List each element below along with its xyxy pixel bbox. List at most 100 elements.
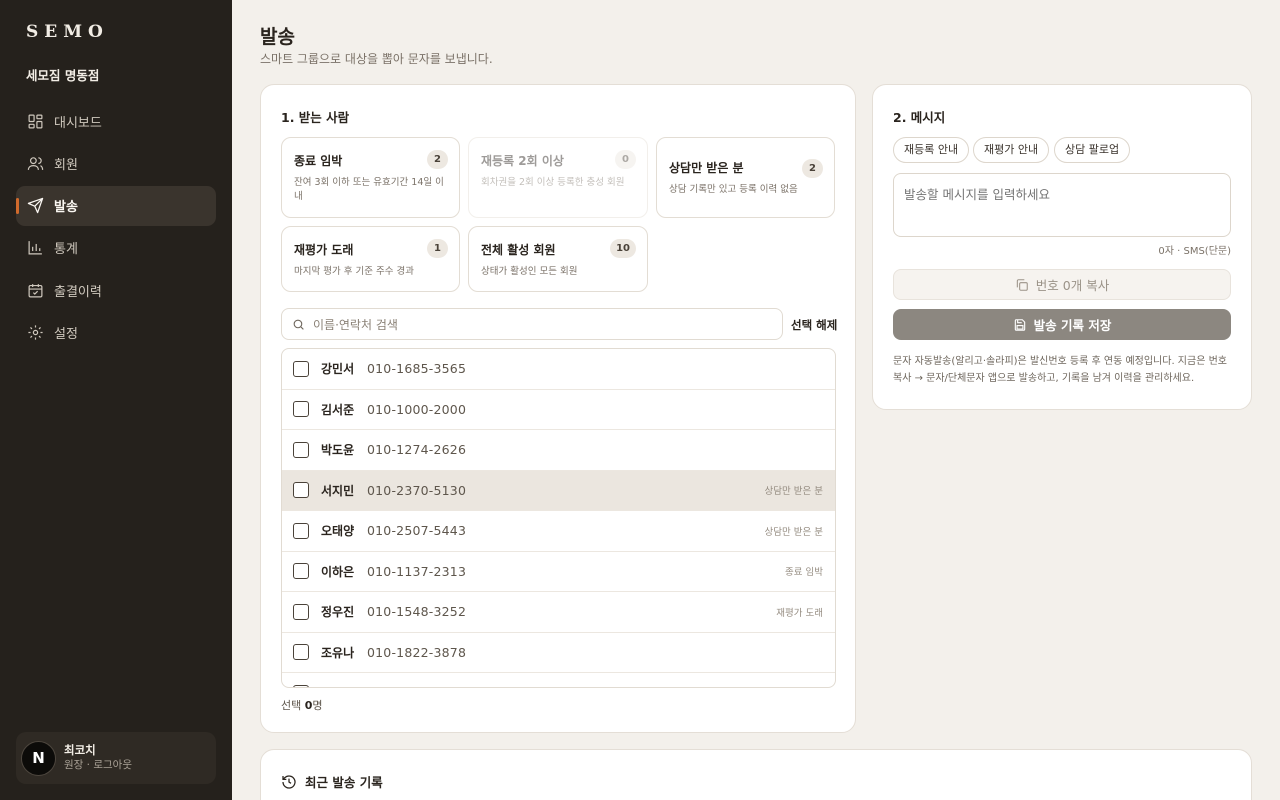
template-chip-reregister[interactable]: 재등록 안내 <box>893 137 970 163</box>
sidebar-item-label: 통계 <box>54 242 78 258</box>
selected-count-prefix: 선택 <box>281 699 305 712</box>
calendar-check-icon <box>28 283 43 298</box>
search-input[interactable]: 이름·연락처 검색 <box>281 308 783 340</box>
char-count: 0자 · SMS(단문) <box>1158 246 1231 257</box>
send-icon <box>27 197 44 214</box>
template-chip-reassessment[interactable]: 재평가 안내 <box>973 137 1050 163</box>
group-card-reregistered[interactable]: 재등록 2회 이상 회차권을 2회 이상 등록한 충성 회원 0 <box>468 137 648 218</box>
sidebar: SEMO 세모짐 명동점 대시보드 회원 발송 통계 출결이력 설정 N 최코치… <box>0 0 232 800</box>
recipients-card: 1. 받는 사람 종료 임박 잔여 3회 이하 또는 유효기간 14일 이내 2… <box>260 84 856 733</box>
gym-name: 세모짐 명동점 <box>26 68 100 83</box>
sidebar-nav: 대시보드 회원 발송 통계 출결이력 설정 <box>16 101 216 355</box>
recipients-title: 1. 받는 사람 <box>281 110 350 125</box>
member-phone: 010-1137-2313 <box>367 563 467 579</box>
recent-logs-card: 최근 발송 기록 <box>260 749 1252 800</box>
save-log-button[interactable]: 발송 기록 저장 <box>893 309 1231 340</box>
save-log-label: 발송 기록 저장 <box>1033 318 1112 333</box>
user-card[interactable]: N 최코치 원장 · 로그아웃 <box>16 732 216 784</box>
message-textarea[interactable] <box>893 173 1231 237</box>
list-item[interactable]: 정우진 010-1548-3252 재평가 도래 <box>282 592 835 633</box>
recent-logs-label: 최근 발송 기록 <box>305 775 383 790</box>
sidebar-item-dashboard[interactable]: 대시보드 <box>16 101 216 141</box>
bar-chart-icon <box>28 241 42 255</box>
group-desc: 마지막 평가 후 기준 주수 경과 <box>294 266 414 277</box>
group-card-reassessment[interactable]: 재평가 도래 마지막 평가 후 기준 주수 경과 1 <box>281 226 460 292</box>
list-item[interactable]: 강민서 010-1685-3565 <box>282 349 835 390</box>
page-title: 발송 <box>260 26 295 48</box>
list-item[interactable] <box>282 673 835 687</box>
member-checkbox[interactable] <box>293 684 309 687</box>
search-placeholder: 이름·연락처 검색 <box>313 317 398 332</box>
sidebar-item-label: 출결이력 <box>54 284 102 300</box>
member-phone: 010-1685-3565 <box>367 361 467 377</box>
member-checkbox[interactable] <box>293 644 309 661</box>
sidebar-item-label: 회원 <box>54 157 78 173</box>
group-desc: 잔여 3회 이하 또는 유효기간 14일 이내 <box>294 177 444 202</box>
member-phone: 010-1274-2626 <box>367 442 467 458</box>
auto-send-note: 문자 자동발송(알리고·솔라피)은 발신번호 등록 후 연동 예정입니다. 지금… <box>893 356 1227 384</box>
member-name: 서지민 <box>321 483 355 498</box>
recent-logs-title: 최근 발송 기록 <box>281 772 383 791</box>
copy-numbers-button[interactable]: 번호 0개 복사 <box>893 269 1231 300</box>
dashboard-icon <box>28 114 43 128</box>
page-subtitle: 스마트 그룹으로 대상을 뽑아 문자를 보냅니다. <box>260 52 493 66</box>
group-card-all-active[interactable]: 전체 활성 회원 상태가 활성인 모든 회원 10 <box>468 226 648 292</box>
member-name: 박도윤 <box>321 443 355 458</box>
list-item[interactable]: 박도윤 010-1274-2626 <box>282 430 835 471</box>
member-checkbox[interactable] <box>293 360 309 377</box>
selected-count-suffix: 명 <box>312 699 323 712</box>
member-checkbox[interactable] <box>293 522 309 539</box>
group-title: 재평가 도래 <box>294 243 354 257</box>
message-title: 2. 메시지 <box>893 110 946 125</box>
list-item[interactable]: 서지민 010-2370-5130 상담만 받은 분 <box>282 470 835 511</box>
sidebar-item-attendance[interactable]: 출결이력 <box>16 270 216 310</box>
sidebar-item-stats[interactable]: 통계 <box>16 228 216 268</box>
sidebar-item-send[interactable]: 발송 <box>16 185 216 226</box>
sidebar-item-label: 발송 <box>54 200 78 216</box>
sidebar-item-members[interactable]: 회원 <box>16 143 216 183</box>
group-card-consult-only[interactable]: 상담만 받은 분 상담 기록만 있고 등록 이력 없음 2 <box>656 137 835 218</box>
list-item[interactable]: 오태양 010-2507-5443 상담만 받은 분 <box>282 511 835 552</box>
group-desc: 상담 기록만 있고 등록 이력 없음 <box>669 184 798 195</box>
gear-icon <box>28 325 43 340</box>
member-phone: 010-2507-5443 <box>367 523 467 539</box>
copy-icon <box>1016 278 1028 291</box>
group-card-ending-soon[interactable]: 종료 임박 잔여 3회 이하 또는 유효기간 14일 이내 2 <box>281 137 460 218</box>
member-checkbox[interactable] <box>293 482 309 499</box>
group-count-badge: 10 <box>610 239 636 258</box>
member-phone: 010-2370-5130 <box>367 482 467 498</box>
message-card: 2. 메시지 재등록 안내 재평가 안내 상담 팔로업 0자 · SMS(단문)… <box>872 84 1252 410</box>
sidebar-item-label: 대시보드 <box>54 115 102 131</box>
user-role-logout[interactable]: 원장 · 로그아웃 <box>64 758 132 773</box>
member-checkbox[interactable] <box>293 603 309 620</box>
group-title: 상담만 받은 분 <box>669 161 744 175</box>
sidebar-item-label: 설정 <box>54 326 78 342</box>
member-list[interactable]: 강민서 010-1685-3565 김서준 010-1000-2000 박도윤 010… <box>281 348 836 688</box>
member-name: 정우진 <box>321 605 355 620</box>
member-checkbox[interactable] <box>293 441 309 458</box>
clear-selection-button[interactable]: 선택 해제 <box>791 317 837 333</box>
member-name: 조유나 <box>321 645 355 660</box>
group-count-badge: 1 <box>427 239 448 258</box>
group-count-badge: 2 <box>427 150 448 169</box>
member-group-tag: 상담만 받은 분 <box>764 486 823 498</box>
list-item[interactable]: 조유나 010-1822-3878 <box>282 633 835 673</box>
member-checkbox[interactable] <box>293 401 309 418</box>
group-title: 재등록 2회 이상 <box>481 154 564 168</box>
member-group-tag: 재평가 도래 <box>776 607 823 619</box>
save-icon <box>1014 318 1025 331</box>
member-phone: 010-1822-3878 <box>367 644 467 660</box>
list-item[interactable]: 이하은 010-1137-2313 종료 임박 <box>282 552 835 592</box>
users-icon <box>27 157 44 170</box>
brand-logo[interactable]: SEMO <box>26 22 109 42</box>
member-group-tag: 종료 임박 <box>785 567 823 579</box>
member-group-tag: 상담만 받은 분 <box>764 526 823 538</box>
group-count-badge: 2 <box>802 159 823 178</box>
member-checkbox[interactable] <box>293 563 309 580</box>
search-icon <box>293 319 304 330</box>
group-title: 종료 임박 <box>294 154 343 168</box>
member-phone: 010-1000-2000 <box>367 401 467 417</box>
list-item[interactable]: 김서준 010-1000-2000 <box>282 390 835 430</box>
template-chip-consult-followup[interactable]: 상담 팔로업 <box>1054 137 1131 163</box>
sidebar-item-settings[interactable]: 설정 <box>16 312 216 352</box>
